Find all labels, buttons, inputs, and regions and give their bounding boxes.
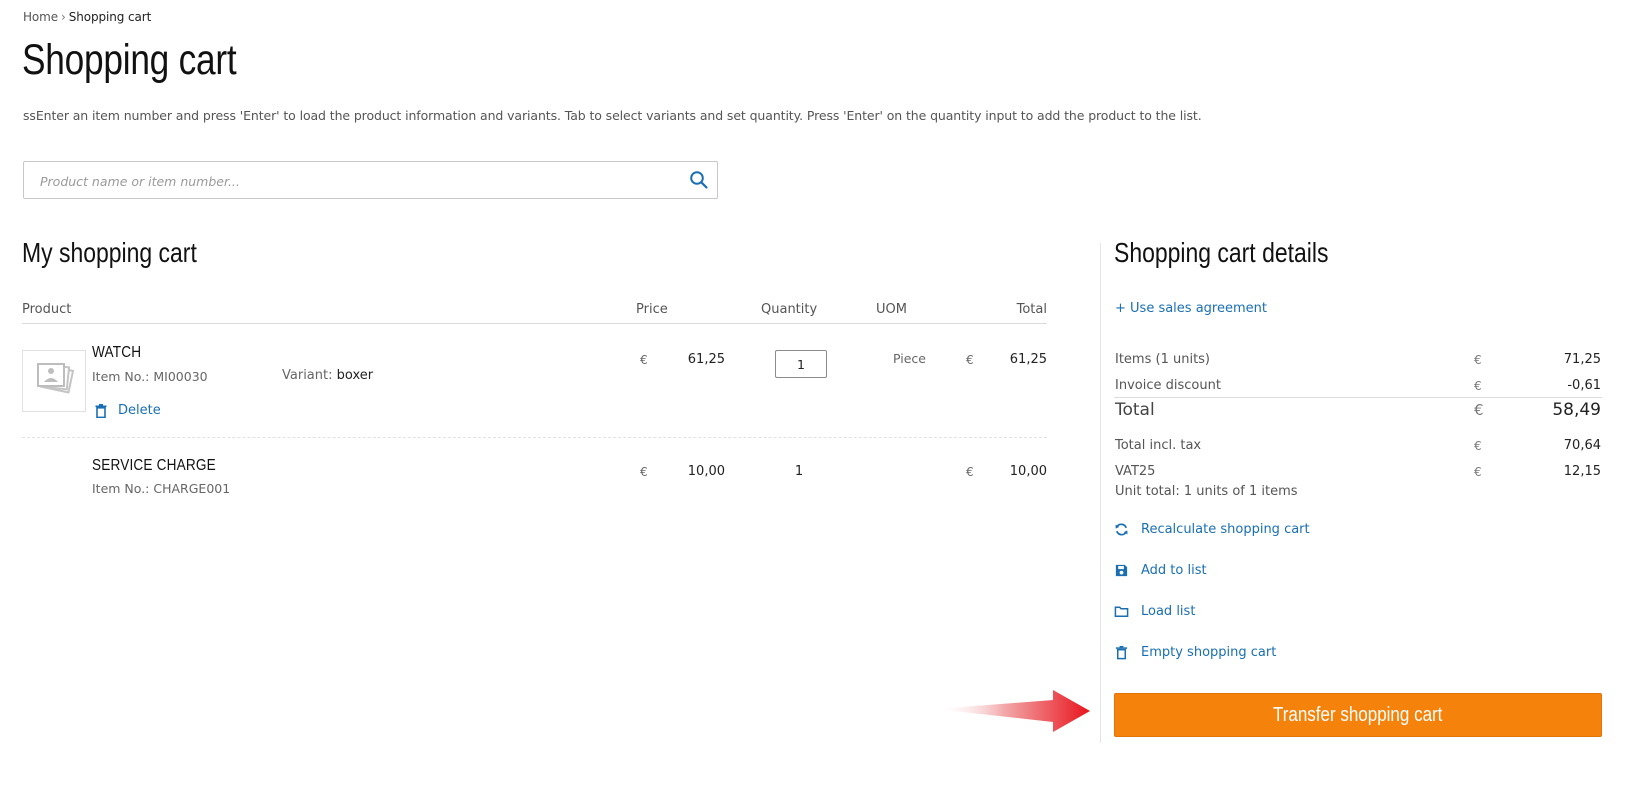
- details-title: Shopping cart details: [1114, 237, 1329, 268]
- item-name[interactable]: WATCH: [92, 344, 141, 362]
- price-currency: €: [640, 465, 648, 479]
- trash-icon: [1115, 645, 1128, 660]
- column-header-product: Product: [22, 302, 72, 317]
- item-total: 10,00: [1009, 464, 1047, 479]
- total-divider: [1114, 397, 1602, 398]
- refresh-icon: [1115, 523, 1128, 536]
- transfer-cart-button[interactable]: Transfer shopping cart: [1114, 693, 1602, 737]
- red-arrow-annotation: [935, 690, 1090, 732]
- row-divider: [22, 437, 1047, 438]
- price-currency: €: [640, 353, 648, 367]
- unit-total: Unit total: 1 units of 1 items: [1115, 484, 1298, 499]
- breadcrumb-separator: ›: [61, 10, 66, 24]
- image-placeholder-icon: [37, 363, 75, 394]
- item-total: 61,25: [1009, 352, 1047, 367]
- load-list-label: Load list: [1141, 604, 1196, 619]
- invoice-discount-value: -0,61: [1567, 378, 1601, 393]
- header-divider: [22, 323, 1047, 324]
- item-price: 61,25: [687, 352, 725, 367]
- add-to-list-label: Add to list: [1141, 563, 1207, 578]
- total-label: Total: [1115, 400, 1155, 420]
- load-list-button[interactable]: Load list: [1114, 604, 1195, 619]
- total-incl-tax-currency: €: [1474, 439, 1482, 453]
- item-number: Item No.: CHARGE001: [92, 481, 231, 496]
- column-header-quantity: Quantity: [761, 302, 818, 317]
- add-to-list-button[interactable]: Add to list: [1114, 563, 1207, 578]
- item-name: SERVICE CHARGE: [92, 457, 216, 474]
- save-icon: [1115, 564, 1128, 577]
- item-number: Item No.: MI00030: [92, 369, 208, 384]
- column-header-uom: UOM: [876, 302, 907, 317]
- delete-item-button[interactable]: Delete: [95, 403, 161, 418]
- vat-currency: €: [1474, 465, 1482, 479]
- total-value: 58,49: [1552, 400, 1601, 420]
- item-price: 10,00: [687, 464, 725, 479]
- cart-title: My shopping cart: [22, 237, 197, 268]
- column-header-total: Total: [1016, 302, 1047, 317]
- item-quantity: 1: [794, 464, 804, 479]
- delete-label: Delete: [118, 403, 161, 418]
- product-thumbnail[interactable]: [22, 350, 86, 412]
- invoice-discount-label: Invoice discount: [1115, 378, 1221, 393]
- breadcrumb-current: Shopping cart: [68, 10, 152, 24]
- invoice-discount-currency: €: [1474, 379, 1482, 393]
- vat-label: VAT25: [1115, 464, 1156, 479]
- total-currency: €: [966, 465, 974, 479]
- recalculate-cart-button[interactable]: Recalculate shopping cart: [1114, 522, 1310, 537]
- items-value: 71,25: [1563, 352, 1601, 367]
- empty-cart-button[interactable]: Empty shopping cart: [1114, 645, 1276, 660]
- item-variant: Variant: boxer: [282, 368, 373, 383]
- column-header-price: Price: [636, 302, 668, 317]
- column-divider: [1100, 243, 1101, 743]
- trash-icon: [95, 403, 107, 418]
- breadcrumb-home-link[interactable]: Home: [23, 10, 58, 24]
- vat-value: 12,15: [1563, 464, 1601, 479]
- empty-cart-label: Empty shopping cart: [1141, 645, 1277, 660]
- quantity-input[interactable]: [775, 350, 827, 378]
- item-uom: Piece: [893, 351, 926, 366]
- variant-label: Variant:: [282, 368, 333, 383]
- transfer-cart-label: Transfer shopping cart: [1273, 703, 1443, 726]
- breadcrumb: Home › Shopping cart: [23, 10, 151, 24]
- instructions-text: ssEnter an item number and press 'Enter'…: [23, 108, 1202, 123]
- total-currency: €: [1474, 401, 1484, 419]
- folder-icon: [1114, 606, 1129, 617]
- search-input[interactable]: [38, 162, 682, 200]
- page-title: Shopping cart: [22, 36, 237, 84]
- items-currency: €: [1474, 353, 1482, 367]
- recalculate-label: Recalculate shopping cart: [1141, 522, 1310, 537]
- total-incl-tax-label: Total incl. tax: [1115, 438, 1202, 453]
- use-sales-agreement-link[interactable]: + Use sales agreement: [1115, 301, 1267, 316]
- search-icon[interactable]: [689, 170, 709, 190]
- total-currency: €: [966, 353, 974, 367]
- product-search: [23, 161, 718, 200]
- items-label: Items (1 units): [1115, 352, 1211, 367]
- variant-value: boxer: [336, 368, 374, 383]
- total-incl-tax-value: 70,64: [1563, 438, 1601, 453]
